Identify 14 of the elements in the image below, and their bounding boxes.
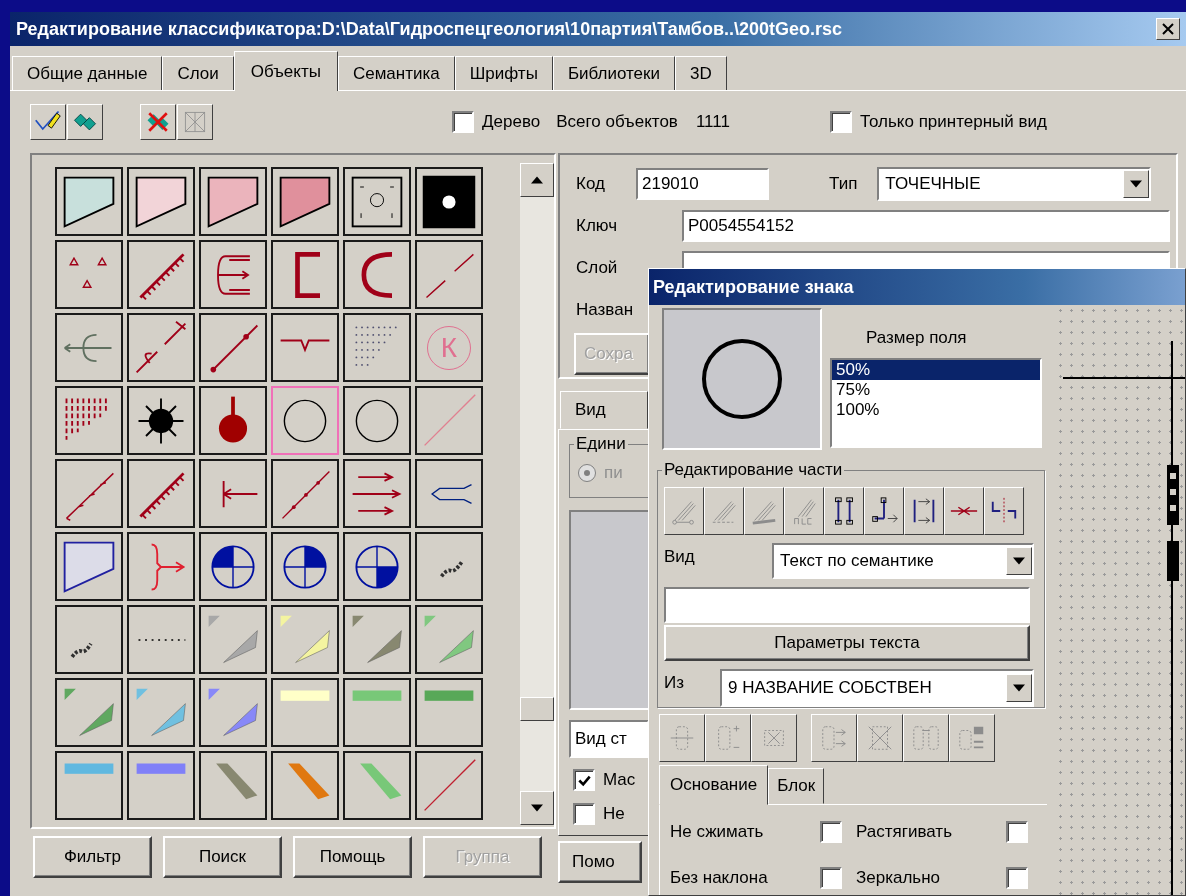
group-title: Едини xyxy=(574,434,628,455)
field-label: Из xyxy=(664,673,685,693)
field-size-label: Размер поля xyxy=(866,328,968,348)
group-title: Редактирование части xyxy=(662,460,845,480)
field-label: Тип xyxy=(829,174,858,194)
dialog-title: Редактирование знака xyxy=(653,276,854,298)
object-count-label: Всего объектов xyxy=(556,112,678,132)
field-label: Вид xyxy=(664,547,696,567)
field-label: Слой xyxy=(576,258,619,278)
field-label: Ключ xyxy=(576,216,619,236)
field-label: Назван xyxy=(576,300,635,320)
object-count: 1111 xyxy=(695,112,730,132)
field-label: Код xyxy=(576,174,606,194)
window-title: Редактирование классификатора:D:\Data\Гидроспецгеология\10партия\Тамбов..\200tGeo.rsc xyxy=(16,18,844,40)
